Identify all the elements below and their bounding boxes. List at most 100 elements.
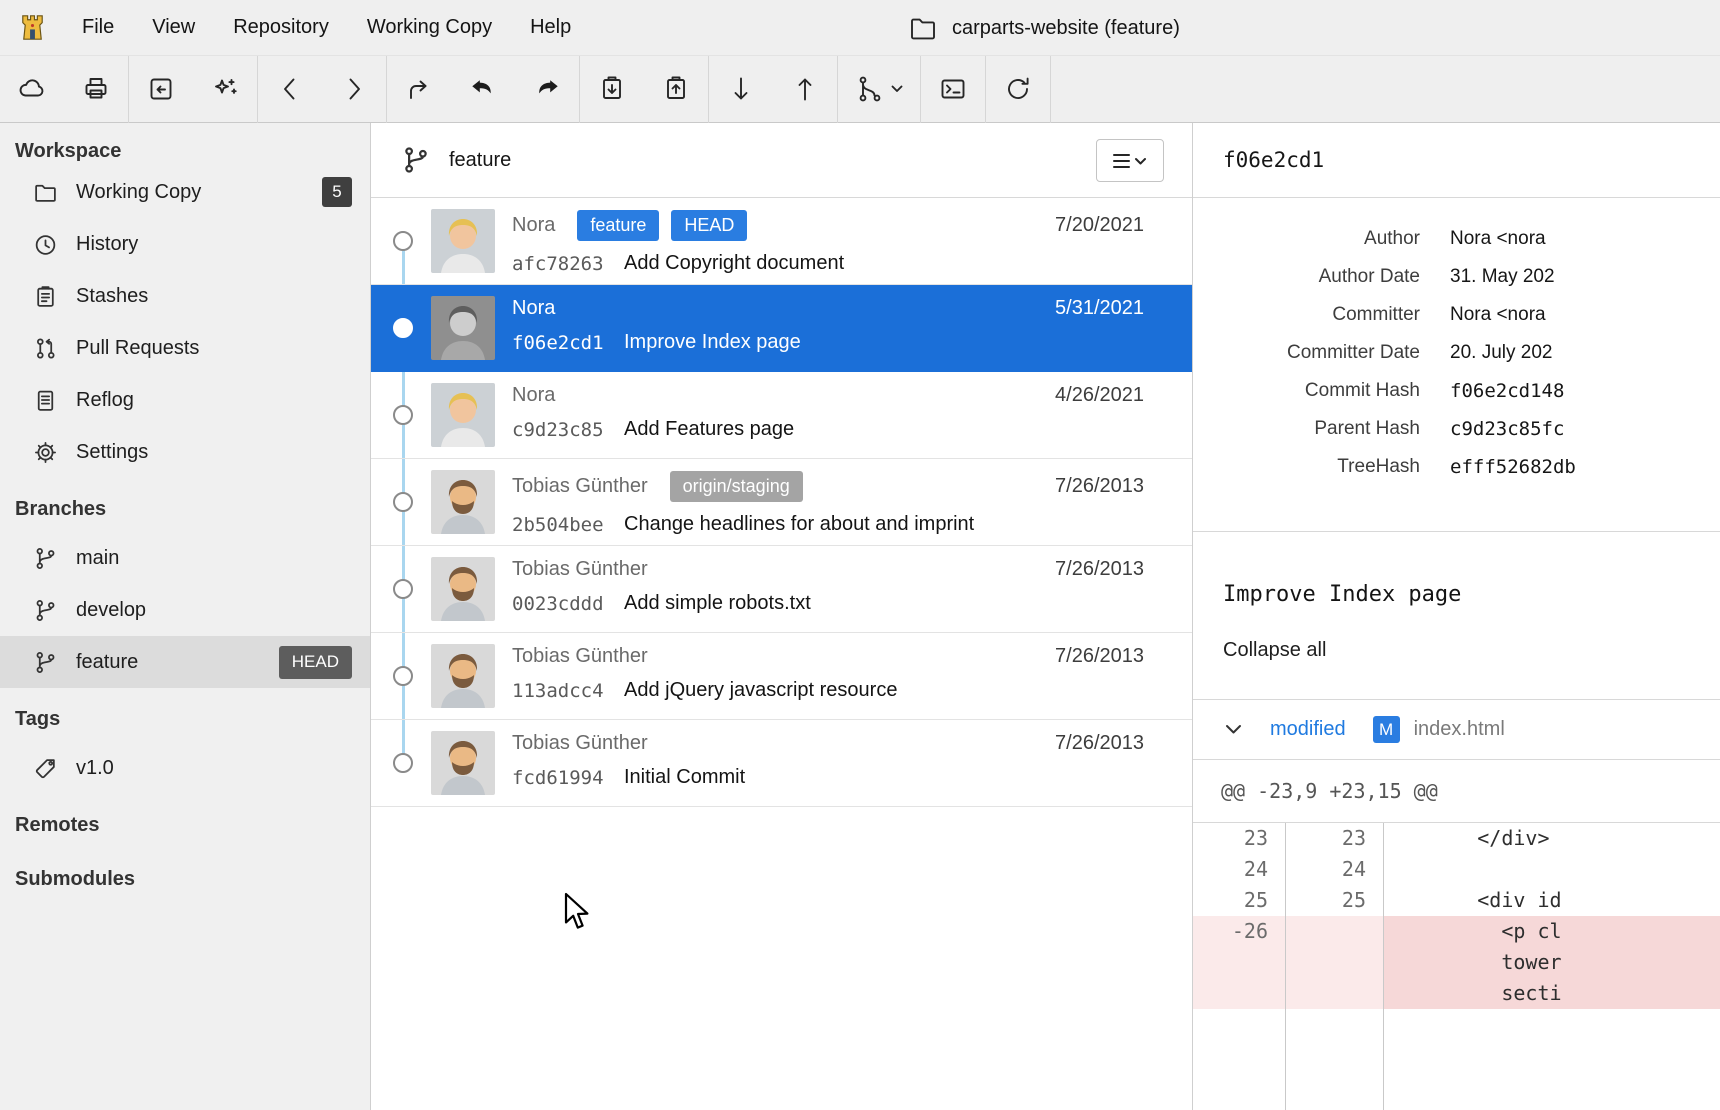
- new-line-number: [1285, 978, 1383, 1009]
- merge-button[interactable]: [838, 60, 920, 118]
- head-badge: HEAD: [671, 210, 747, 241]
- diff-gutter-separator: [1285, 823, 1286, 1110]
- terminal-icon: [938, 74, 968, 104]
- meta-row: Author Date 31. May 202: [1193, 258, 1720, 296]
- menu-bar: File View Repository Working Copy Help c…: [0, 0, 1720, 56]
- sidebar-item-reflog[interactable]: Reflog: [0, 374, 370, 426]
- graph-node: [393, 405, 413, 425]
- sidebar-heading-workspace: Workspace: [0, 136, 370, 166]
- new-line-number: [1285, 916, 1383, 947]
- branch-label: feature: [76, 651, 138, 674]
- graph-node: [393, 666, 413, 686]
- print-button[interactable]: [64, 60, 128, 118]
- commit-meta-fields: Author Nora <nora Author Date 31. May 20…: [1193, 198, 1720, 532]
- sidebar-branch-main[interactable]: main: [0, 532, 370, 584]
- stash-save-button[interactable]: [580, 60, 644, 118]
- sidebar-heading-tags: Tags: [0, 704, 370, 734]
- sidebar-item-settings[interactable]: Settings: [0, 426, 370, 478]
- meta-row: Commit Hash f06e2cd148: [1193, 372, 1720, 410]
- commit-message: Add Features page: [624, 418, 794, 441]
- sidebar-heading-remotes[interactable]: Remotes: [0, 810, 370, 840]
- meta-value: c9d23c85fc: [1420, 418, 1564, 440]
- sidebar-branch-feature[interactable]: feature HEAD: [0, 636, 370, 688]
- details-commit-message: Improve Index page: [1223, 532, 1720, 607]
- commit-message: Add jQuery javascript resource: [624, 679, 897, 702]
- meta-label: TreeHash: [1193, 456, 1420, 478]
- commit-row-selected[interactable]: Nora 5/31/2021 f06e2cd1 Improve Index pa…: [371, 285, 1192, 372]
- push-button[interactable]: [773, 60, 837, 118]
- collapse-all-link[interactable]: Collapse all: [1223, 639, 1326, 662]
- commit-hash: afc78263: [512, 253, 624, 275]
- commit-date: 5/31/2021: [1055, 297, 1144, 320]
- sidebar-item-label: Stashes: [76, 285, 148, 308]
- old-line-number: 23: [1193, 823, 1285, 854]
- printer-icon: [81, 74, 111, 104]
- menu-working-copy[interactable]: Working Copy: [348, 0, 511, 56]
- new-line-number: 25: [1285, 885, 1383, 916]
- sidebar-item-history[interactable]: History: [0, 218, 370, 270]
- diff-line-removed: tower: [1193, 947, 1720, 978]
- undo-button[interactable]: [451, 60, 515, 118]
- sidebar-heading-branches: Branches: [0, 494, 370, 524]
- fetch-button[interactable]: [0, 60, 64, 118]
- commit-row[interactable]: Tobias Günther origin/staging 7/26/2013 …: [371, 459, 1192, 546]
- branch-label: develop: [76, 599, 146, 622]
- commit-hash: 113adcc4: [512, 680, 624, 702]
- graph-node: [393, 753, 413, 773]
- checkout-button[interactable]: [387, 60, 451, 118]
- commit-row[interactable]: Nora 4/26/2021 c9d23c85 Add Features pag…: [371, 372, 1192, 459]
- diff-view[interactable]: 23 23 </div> 24 24 25 25 <div id -26 <p …: [1193, 823, 1720, 1110]
- history-options-button[interactable]: [1096, 139, 1164, 182]
- avatar: [431, 557, 495, 621]
- commit-hash: fcd61994: [512, 767, 624, 789]
- commit-date: 7/26/2013: [1055, 475, 1144, 498]
- meta-row: Parent Hash c9d23c85fc: [1193, 410, 1720, 448]
- chevron-down-icon[interactable]: [1225, 724, 1242, 735]
- diff-code: [1383, 854, 1720, 885]
- open-repository-button[interactable]: [129, 60, 193, 118]
- branch-icon: [401, 145, 431, 175]
- commit-author: Tobias Günther: [512, 645, 648, 668]
- terminal-button[interactable]: [921, 60, 985, 118]
- commit-row[interactable]: Tobias Günther 7/26/2013 fcd61994 Initia…: [371, 720, 1192, 807]
- toolbar-separator: [1050, 56, 1051, 123]
- quick-actions-button[interactable]: [193, 60, 257, 118]
- sidebar-tag-v1[interactable]: v1.0: [0, 742, 370, 794]
- commit-author: Nora: [512, 214, 555, 237]
- menu-help[interactable]: Help: [511, 0, 590, 56]
- sidebar-item-label: Reflog: [76, 389, 134, 412]
- back-button[interactable]: [258, 60, 322, 118]
- branch-label: main: [76, 547, 119, 570]
- old-line-number: -26: [1193, 916, 1285, 947]
- push-arrow-icon: [790, 74, 820, 104]
- menu-file[interactable]: File: [63, 0, 133, 56]
- history-header: feature: [371, 123, 1192, 198]
- menu-repository[interactable]: Repository: [214, 0, 348, 56]
- sidebar-item-stashes[interactable]: Stashes: [0, 270, 370, 322]
- meta-row: TreeHash efff52682db: [1193, 448, 1720, 486]
- sidebar-heading-submodules[interactable]: Submodules: [0, 864, 370, 894]
- file-name: index.html: [1414, 718, 1505, 741]
- refresh-button[interactable]: [986, 60, 1050, 118]
- stash-pop-button[interactable]: [644, 60, 708, 118]
- diff-line-removed: -26 <p cl: [1193, 916, 1720, 947]
- redo-button[interactable]: [515, 60, 579, 118]
- meta-value: 20. July 202: [1420, 342, 1552, 364]
- menu-view[interactable]: View: [133, 0, 214, 56]
- sidebar-item-pull-requests[interactable]: Pull Requests: [0, 322, 370, 374]
- sidebar-branch-develop[interactable]: develop: [0, 584, 370, 636]
- graph-node: [393, 492, 413, 512]
- branch-icon: [32, 597, 58, 623]
- diff-gutter-separator: [1383, 823, 1384, 1110]
- commit-row[interactable]: Tobias Günther 7/26/2013 113adcc4 Add jQ…: [371, 633, 1192, 720]
- checkout-arrow-icon: [404, 74, 434, 104]
- changed-file-row[interactable]: modified M index.html: [1193, 700, 1720, 760]
- pull-button[interactable]: [709, 60, 773, 118]
- commit-row[interactable]: Nora feature HEAD 7/20/2021 afc78263 Add…: [371, 198, 1192, 285]
- forward-button[interactable]: [322, 60, 386, 118]
- meta-value: 31. May 202: [1420, 266, 1555, 288]
- document-icon: [32, 387, 58, 413]
- sidebar-item-working-copy[interactable]: Working Copy 5: [0, 166, 370, 218]
- commit-row[interactable]: Tobias Günther 7/26/2013 0023cddd Add si…: [371, 546, 1192, 633]
- commit-message: Add simple robots.txt: [624, 592, 811, 615]
